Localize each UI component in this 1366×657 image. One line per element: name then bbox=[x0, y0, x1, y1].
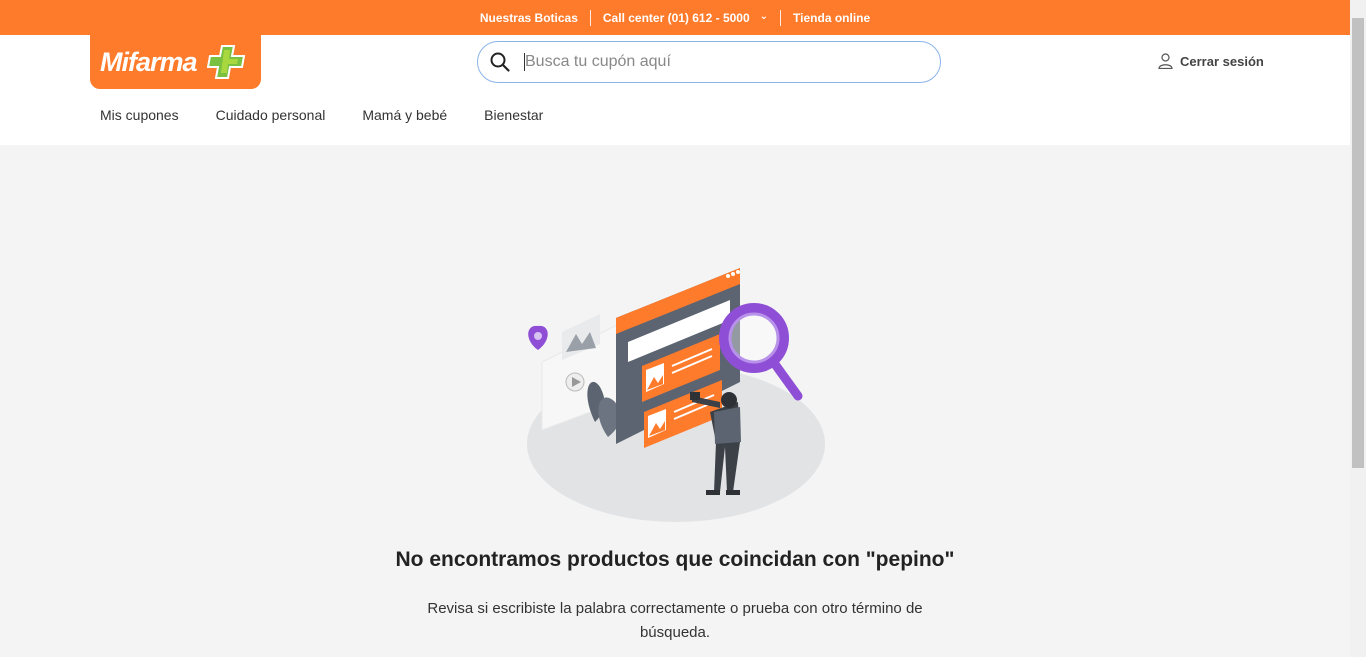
chevron-down-icon: ⌄ bbox=[759, 11, 769, 22]
stores-link[interactable]: Nuestras Boticas bbox=[468, 11, 590, 25]
empty-state-description: Revisa si escribiste la palabra correcta… bbox=[427, 600, 923, 641]
scroll-thumb[interactable] bbox=[1352, 18, 1364, 468]
divider bbox=[589, 9, 591, 26]
header: Mifarma Cerrar sesión Mis cupones Cuidad… bbox=[0, 35, 1350, 145]
user-icon bbox=[1158, 53, 1173, 69]
logo-text: Mifarma bbox=[100, 46, 198, 77]
logout-button[interactable]: Cerrar sesión bbox=[1158, 53, 1264, 69]
top-bar: Nuestras Boticas Call center (01) 612 - … bbox=[0, 0, 1350, 35]
empty-state-title: No encontramos productos que coincidan c… bbox=[395, 548, 955, 571]
logout-label: Cerrar sesión bbox=[1180, 53, 1264, 69]
online-store-link[interactable]: Tienda online bbox=[781, 11, 882, 25]
search-icon bbox=[490, 52, 510, 72]
no-results-illustration bbox=[527, 268, 825, 522]
search-input[interactable] bbox=[524, 53, 904, 71]
call-center-label: Call center (01) 612 - 5000 bbox=[602, 10, 750, 25]
nav-item-bienestar[interactable]: Bienestar bbox=[484, 107, 543, 123]
main-nav: Mis cupones Cuidado personal Mamá y bebé… bbox=[100, 107, 580, 123]
nav-item-cuidado-personal[interactable]: Cuidado personal bbox=[216, 107, 326, 123]
call-center-dropdown[interactable]: Call center (01) 612 - 5000 ⌄ bbox=[591, 11, 780, 25]
search-box[interactable] bbox=[477, 41, 941, 83]
scrollbar[interactable] bbox=[1350, 0, 1366, 657]
divider bbox=[780, 9, 782, 26]
logo[interactable]: Mifarma bbox=[90, 35, 261, 89]
logo-cross-icon bbox=[207, 45, 246, 79]
nav-item-mama-bebe[interactable]: Mamá y bebé bbox=[362, 107, 447, 123]
nav-item-mis-cupones[interactable]: Mis cupones bbox=[100, 107, 179, 123]
